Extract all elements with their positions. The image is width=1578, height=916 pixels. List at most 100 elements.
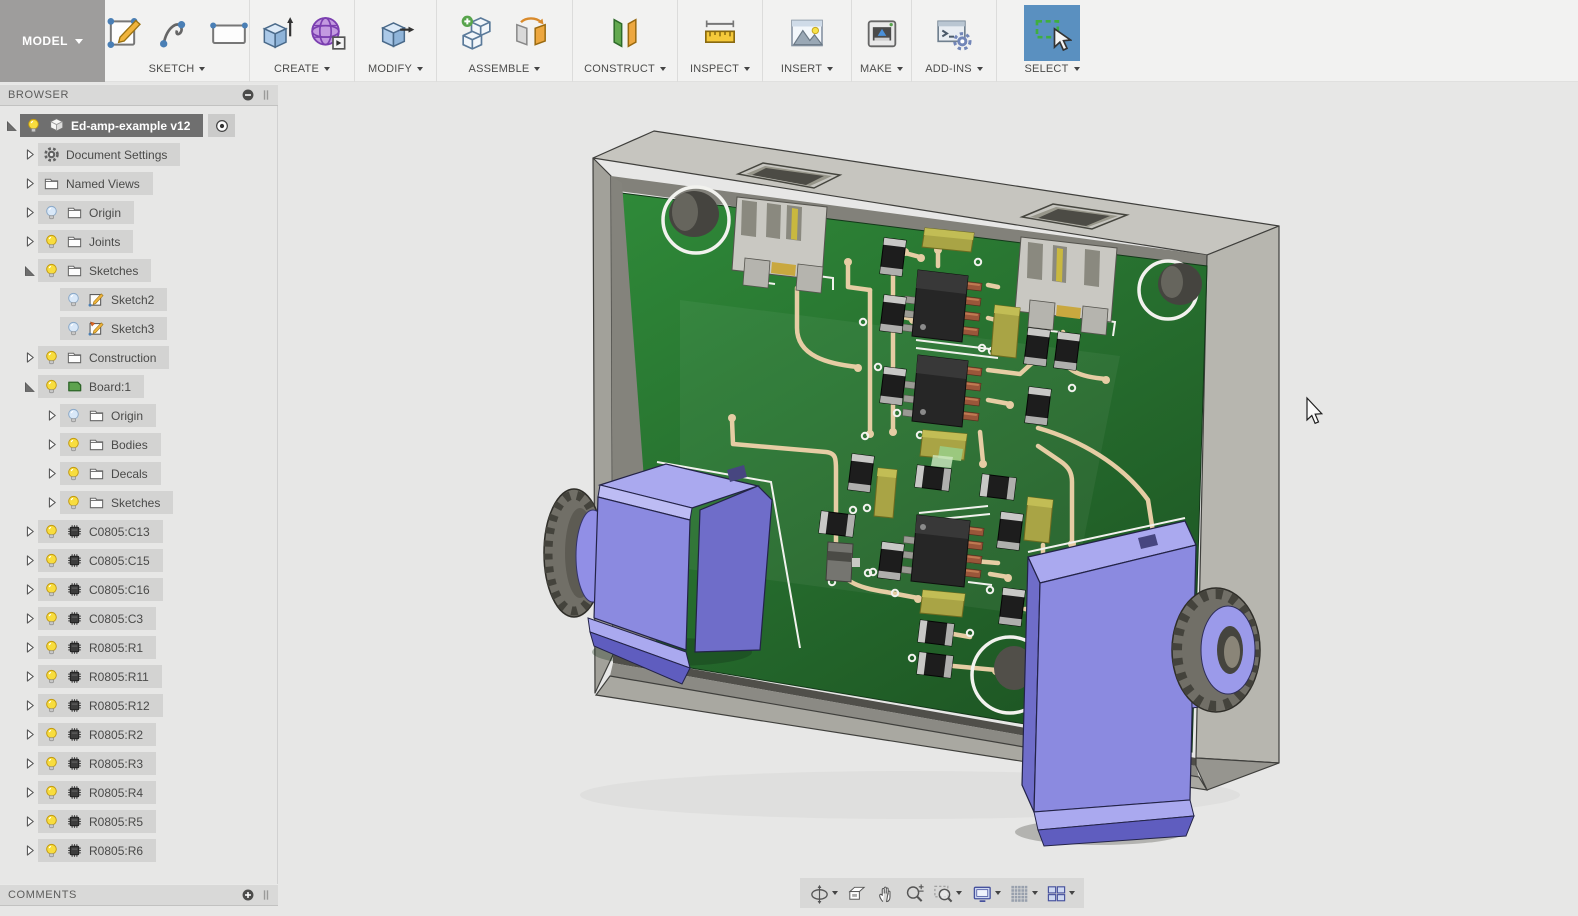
smd-component[interactable] bbox=[878, 542, 904, 580]
visibility-bulb-icon[interactable] bbox=[65, 494, 82, 511]
joint-icon[interactable] bbox=[509, 11, 553, 55]
smd-component[interactable] bbox=[848, 454, 874, 492]
tree-item-row-r0805-r1[interactable]: R0805:R1 bbox=[38, 636, 156, 659]
window-zoom-icon[interactable] bbox=[931, 883, 964, 904]
visibility-bulb-icon[interactable] bbox=[43, 639, 60, 656]
toolbar-menu-make[interactable]: MAKE bbox=[860, 63, 903, 75]
expand-collapsed-icon[interactable] bbox=[42, 494, 60, 512]
zoom-icon[interactable] bbox=[902, 883, 927, 904]
audio-jack-left[interactable] bbox=[544, 464, 772, 684]
tree-item-row-bodies[interactable]: Bodies bbox=[60, 433, 161, 456]
smd-component[interactable] bbox=[1025, 387, 1051, 425]
extrude-icon[interactable] bbox=[254, 11, 298, 55]
tree-item-row-r0805-r3[interactable]: R0805:R3 bbox=[38, 752, 156, 775]
expand-collapsed-icon[interactable] bbox=[20, 552, 38, 570]
smd-component[interactable] bbox=[880, 238, 906, 276]
expand-expanded-icon[interactable] bbox=[20, 262, 38, 280]
visibility-bulb-icon[interactable] bbox=[43, 668, 60, 685]
new-component-icon[interactable] bbox=[457, 11, 501, 55]
toolbar-menu-addins[interactable]: ADD-INS bbox=[925, 63, 983, 75]
collapse-panel-icon[interactable] bbox=[241, 88, 255, 102]
visibility-bulb-icon[interactable] bbox=[43, 262, 60, 279]
toolbar-menu-construct[interactable]: CONSTRUCT bbox=[584, 63, 666, 75]
expand-collapsed-icon[interactable] bbox=[20, 726, 38, 744]
smd-component[interactable] bbox=[1024, 328, 1050, 366]
visibility-bulb-icon[interactable] bbox=[25, 117, 42, 134]
expand-collapsed-icon[interactable] bbox=[20, 697, 38, 715]
select-icon[interactable] bbox=[1024, 5, 1080, 61]
tree-item-row-sketch2[interactable]: Sketch2 bbox=[60, 288, 167, 311]
insert-image-icon[interactable] bbox=[785, 11, 829, 55]
toolbar-menu-create[interactable]: CREATE bbox=[274, 63, 330, 75]
tree-item-row-r0805-r5[interactable]: R0805:R5 bbox=[38, 810, 156, 833]
tree-item-row-c0805-c16[interactable]: C0805:C16 bbox=[38, 578, 163, 601]
form-icon[interactable] bbox=[306, 11, 350, 55]
grid-display-icon[interactable] bbox=[1007, 883, 1040, 904]
comments-bar[interactable]: COMMENTS bbox=[0, 884, 278, 906]
visibility-bulb-icon[interactable] bbox=[43, 726, 60, 743]
visibility-bulb-icon[interactable] bbox=[43, 233, 60, 250]
tree-item-row-sketches[interactable]: Sketches bbox=[38, 259, 151, 282]
tree-item-row-r0805-r12[interactable]: R0805:R12 bbox=[38, 694, 163, 717]
tree-item-row-joints[interactable]: Joints bbox=[38, 230, 133, 253]
tree-item-row-r0805-r2[interactable]: R0805:R2 bbox=[38, 723, 156, 746]
toolbar-menu-insert[interactable]: INSERT bbox=[781, 63, 833, 75]
expand-collapsed-icon[interactable] bbox=[20, 523, 38, 541]
tree-item-row-construction[interactable]: Construction bbox=[38, 346, 169, 369]
tree-item-row-sketches[interactable]: Sketches bbox=[60, 491, 173, 514]
expand-collapsed-icon[interactable] bbox=[20, 610, 38, 628]
expand-expanded-icon[interactable] bbox=[20, 378, 38, 396]
tree-item-row-board-1[interactable]: Board:1 bbox=[38, 375, 144, 398]
tree-item-row-named-views[interactable]: Named Views bbox=[38, 172, 153, 195]
tree-item-row-c0805-c3[interactable]: C0805:C3 bbox=[38, 607, 156, 630]
visibility-bulb-icon[interactable] bbox=[43, 697, 60, 714]
create-sketch-icon[interactable] bbox=[103, 11, 147, 55]
toolbar-menu-sketch[interactable]: SKETCH bbox=[149, 63, 206, 75]
smd-component[interactable] bbox=[819, 511, 855, 537]
rectangle-icon[interactable] bbox=[207, 11, 251, 55]
smd-component[interactable] bbox=[880, 367, 906, 405]
visibility-bulb-icon[interactable] bbox=[43, 842, 60, 859]
expand-collapsed-icon[interactable] bbox=[20, 784, 38, 802]
expand-collapsed-icon[interactable] bbox=[20, 146, 38, 164]
expand-collapsed-icon[interactable] bbox=[20, 668, 38, 686]
scripts-addins-icon[interactable] bbox=[932, 11, 976, 55]
workspace-switcher[interactable]: MODEL bbox=[0, 0, 105, 82]
smd-component[interactable] bbox=[917, 652, 953, 678]
toolbar-menu-modify[interactable]: MODIFY bbox=[368, 63, 423, 75]
visibility-bulb-icon[interactable] bbox=[43, 378, 60, 395]
smd-component[interactable] bbox=[999, 588, 1025, 626]
smd-component[interactable] bbox=[1054, 332, 1080, 370]
panel-grip-icon[interactable] bbox=[259, 88, 273, 102]
pan-icon[interactable] bbox=[873, 883, 898, 904]
visibility-bulb-icon[interactable] bbox=[43, 755, 60, 772]
visibility-bulb-icon[interactable] bbox=[43, 523, 60, 540]
expand-collapsed-icon[interactable] bbox=[20, 581, 38, 599]
print-3d-icon[interactable] bbox=[860, 11, 904, 55]
visibility-bulb-icon[interactable] bbox=[43, 349, 60, 366]
tree-item-row-origin[interactable]: Origin bbox=[60, 404, 156, 427]
visibility-bulb-icon[interactable] bbox=[43, 552, 60, 569]
visibility-bulb-icon[interactable] bbox=[65, 291, 82, 308]
visibility-bulb-icon[interactable] bbox=[43, 204, 60, 221]
orbit-icon[interactable] bbox=[807, 883, 840, 904]
visibility-bulb-icon[interactable] bbox=[65, 320, 82, 337]
smd-component[interactable] bbox=[980, 474, 1016, 500]
smd-component[interactable] bbox=[915, 465, 951, 491]
visibility-bulb-icon[interactable] bbox=[43, 784, 60, 801]
tree-item-row-ed-amp-example-v12[interactable]: Ed-amp-example v12 bbox=[20, 114, 203, 137]
tree-item-row-document-settings[interactable]: Document Settings bbox=[38, 143, 180, 166]
visibility-bulb-icon[interactable] bbox=[43, 813, 60, 830]
expand-collapsed-icon[interactable] bbox=[20, 349, 38, 367]
tree-item-row-origin[interactable]: Origin bbox=[38, 201, 134, 224]
expand-collapsed-icon[interactable] bbox=[20, 204, 38, 222]
expand-expanded-icon[interactable] bbox=[2, 117, 20, 135]
expand-collapsed-icon[interactable] bbox=[20, 813, 38, 831]
smd-component[interactable] bbox=[918, 620, 954, 646]
measure-icon[interactable] bbox=[698, 11, 742, 55]
tree-item-row-decals[interactable]: Decals bbox=[60, 462, 161, 485]
visibility-bulb-icon[interactable] bbox=[65, 436, 82, 453]
expand-collapsed-icon[interactable] bbox=[42, 465, 60, 483]
tree-item-row-r0805-r4[interactable]: R0805:R4 bbox=[38, 781, 156, 804]
viewports-icon[interactable] bbox=[1044, 883, 1077, 904]
